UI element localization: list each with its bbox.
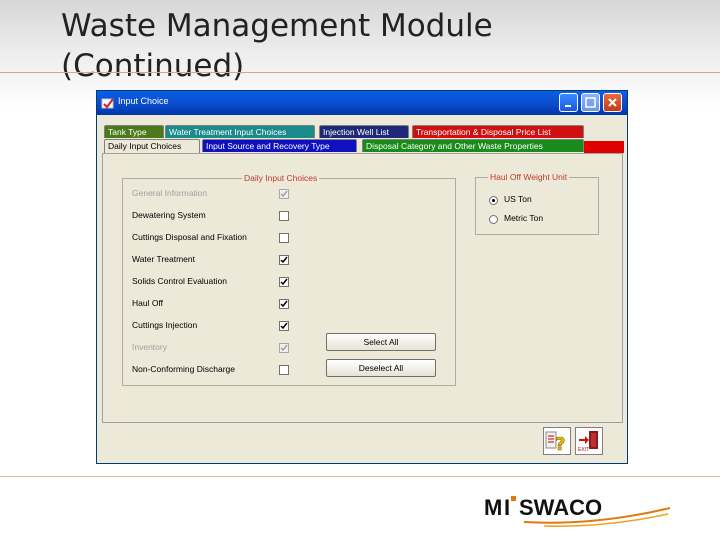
minimize-icon: [565, 105, 571, 107]
help-icon: ?: [545, 431, 566, 455]
option-label: Dewatering System: [132, 210, 206, 220]
app-icon: [101, 98, 114, 109]
option-label: Haul Off: [132, 298, 164, 308]
radio-dot: [492, 199, 495, 202]
svg-text:I: I: [504, 495, 510, 520]
svg-text:?: ?: [555, 434, 565, 454]
tab-transportation-disposal-price-list[interactable]: Transportation & Disposal Price List: [412, 125, 584, 138]
option-label: Non-Conforming Discharge: [132, 364, 235, 374]
tab-tank-type[interactable]: Tank Type: [104, 125, 164, 138]
slide-title: Waste Management Module (Continued): [61, 8, 493, 84]
check-icon: [280, 344, 288, 352]
radio-label: US Ton: [504, 194, 532, 204]
mi-swaco-logo: M I SWACO: [484, 495, 671, 527]
check-icon: [280, 256, 288, 264]
tab-label: Injection Well List: [323, 127, 389, 137]
radio-label: Metric Ton: [504, 213, 544, 223]
option-checkbox[interactable]: [279, 189, 289, 199]
tab-input-source-and-recovery-type[interactable]: Input Source and Recovery Type: [202, 139, 357, 152]
daily-input-choices-group: Daily Input Choices General Information …: [122, 173, 456, 386]
radio-metric-ton[interactable]: [489, 215, 498, 224]
check-icon: [280, 278, 288, 286]
tab-daily-input-choices[interactable]: Daily Input Choices: [104, 139, 200, 154]
exit-label: EXIT: [578, 447, 590, 453]
option-checkbox[interactable]: [279, 255, 289, 265]
close-button[interactable]: [603, 93, 622, 112]
option-label: Cuttings Disposal and Fixation: [132, 232, 247, 242]
close-icon: [608, 98, 617, 107]
tab-panel-daily-input-choices: Daily Input Choices General Information …: [102, 153, 623, 423]
option-label: Inventory: [132, 342, 167, 352]
maximize-button[interactable]: [581, 93, 600, 112]
deselect-all-label: Deselect All: [358, 363, 404, 373]
check-icon: [280, 322, 288, 330]
tab-label: Water Treatment Input Choices: [169, 127, 287, 137]
exit-button[interactable]: EXIT: [575, 427, 603, 455]
option-label: Cuttings Injection: [132, 320, 198, 330]
help-button[interactable]: ?: [543, 427, 571, 455]
deselect-all-button[interactable]: Deselect All: [326, 359, 436, 377]
window-title: Input Choice: [118, 96, 169, 106]
tab-label: Input Source and Recovery Type: [206, 141, 330, 151]
option-checkbox[interactable]: [279, 211, 289, 221]
input-choice-window: Input Choice Tank Type Water Treatment I…: [96, 90, 628, 464]
title-divider: [0, 72, 720, 73]
check-icon: [280, 190, 288, 198]
radio-us-ton[interactable]: [489, 196, 498, 205]
option-checkbox[interactable]: [279, 365, 289, 375]
check-icon: [280, 300, 288, 308]
minimize-button[interactable]: [559, 93, 578, 112]
tab-disposal-category-and-other-waste-properties[interactable]: Disposal Category and Other Waste Proper…: [362, 139, 584, 152]
option-checkbox[interactable]: [279, 321, 289, 331]
option-label: Water Treatment: [132, 254, 195, 264]
tab-strip-remainder: [584, 141, 624, 153]
option-label: General Information: [132, 188, 208, 198]
tab-label: Tank Type: [108, 127, 147, 137]
haul-off-weight-unit-group: Haul Off Weight Unit US Ton Metric Ton: [475, 172, 599, 235]
tab-water-treatment-input-choices[interactable]: Water Treatment Input Choices: [165, 125, 315, 138]
option-checkbox[interactable]: [279, 277, 289, 287]
option-checkbox[interactable]: [279, 233, 289, 243]
window-titlebar[interactable]: Input Choice: [97, 91, 627, 115]
maximize-icon: [585, 97, 596, 108]
option-label: Solids Control Evaluation: [132, 276, 227, 286]
select-all-button[interactable]: Select All: [326, 333, 436, 351]
tab-label: Disposal Category and Other Waste Proper…: [366, 141, 543, 151]
group-legend: Haul Off Weight Unit: [488, 172, 570, 182]
option-checkbox[interactable]: [279, 299, 289, 309]
group-legend: Daily Input Choices: [242, 173, 320, 183]
footer-divider: [0, 476, 720, 477]
tab-label: Daily Input Choices: [108, 141, 182, 151]
svg-text:SWACO: SWACO: [519, 495, 602, 520]
svg-text:M: M: [484, 495, 502, 520]
select-all-label: Select All: [363, 337, 399, 347]
tab-label: Transportation & Disposal Price List: [416, 127, 551, 137]
option-checkbox[interactable]: [279, 343, 289, 353]
tab-injection-well-list[interactable]: Injection Well List: [319, 125, 409, 138]
